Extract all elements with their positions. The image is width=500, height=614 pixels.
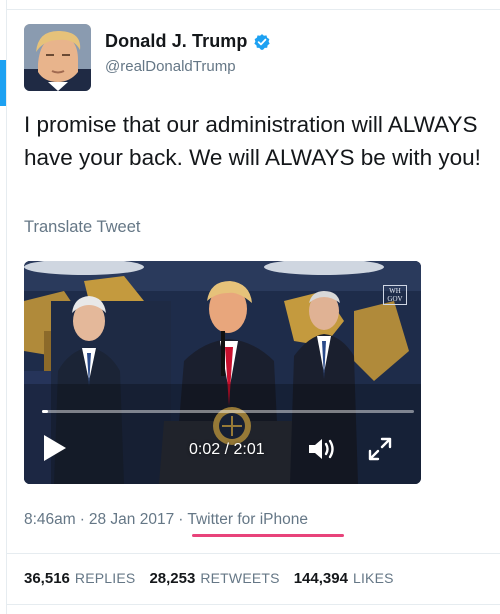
wh-gov-badge: WH GOV bbox=[383, 285, 407, 305]
likes-label: LIKES bbox=[352, 570, 394, 586]
stats-divider bbox=[7, 553, 500, 554]
verified-badge-icon bbox=[253, 33, 271, 51]
video-timestamp: 0:02 / 2:01 bbox=[189, 441, 265, 458]
meta-separator: · bbox=[178, 511, 184, 528]
tweet-date[interactable]: 28 Jan 2017 bbox=[89, 511, 174, 529]
display-name[interactable]: Donald J. Trump bbox=[105, 31, 248, 52]
video-progress-fill bbox=[42, 410, 49, 413]
retweets-count: 28,253 bbox=[149, 570, 196, 587]
user-handle[interactable]: @realDonaldTrump bbox=[105, 58, 271, 75]
translate-tweet-link[interactable]: Translate Tweet bbox=[24, 218, 140, 237]
replies-label: REPLIES bbox=[74, 570, 136, 586]
tweet-time[interactable]: 8:46am bbox=[24, 511, 76, 529]
retweets-stat[interactable]: 28,253 RETWEETS bbox=[149, 570, 279, 587]
likes-stat[interactable]: 144,394 LIKES bbox=[294, 570, 394, 587]
top-divider bbox=[7, 9, 500, 10]
meta-separator: · bbox=[79, 511, 85, 528]
tweet-source-link[interactable]: Twitter for iPhone bbox=[187, 511, 308, 529]
play-icon[interactable] bbox=[42, 433, 68, 463]
avatar[interactable] bbox=[24, 24, 91, 91]
fullscreen-icon[interactable] bbox=[367, 436, 393, 462]
likes-count: 144,394 bbox=[293, 570, 348, 587]
volume-icon[interactable] bbox=[307, 436, 339, 462]
bottom-divider bbox=[7, 604, 500, 605]
left-border bbox=[6, 0, 7, 614]
tweet-text: I promise that our administration will A… bbox=[24, 112, 481, 170]
replies-stat[interactable]: 36,516 REPLIES bbox=[24, 570, 135, 587]
video-player[interactable]: WH GOV 0:02 / 2:01 bbox=[24, 261, 421, 484]
replies-count: 36,516 bbox=[24, 570, 70, 587]
tweet-stats: 36,516 REPLIES 28,253 RETWEETS 144,394 L… bbox=[24, 570, 408, 587]
video-progress-bar[interactable] bbox=[42, 410, 414, 413]
tweet-meta: 8:46am · 28 Jan 2017 · Twitter for iPhon… bbox=[24, 511, 308, 529]
selection-accent bbox=[0, 60, 6, 106]
retweets-label: RETWEETS bbox=[200, 570, 280, 586]
source-highlight-underline bbox=[192, 534, 344, 537]
tweet-header: Donald J. Trump @realDonaldTrump bbox=[24, 24, 271, 91]
